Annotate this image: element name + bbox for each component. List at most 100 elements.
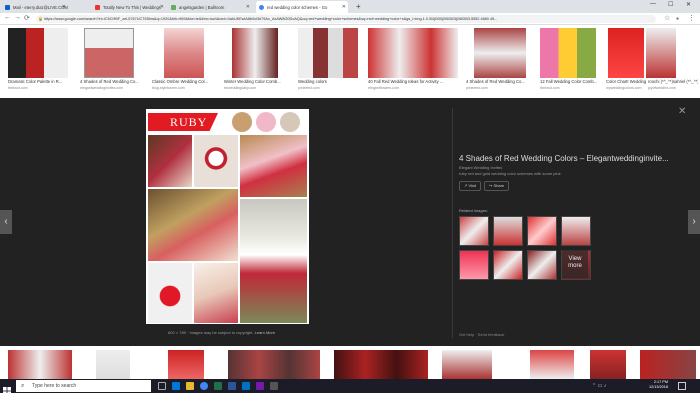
visit-icon: ↗ [464,183,468,188]
image-result-title[interactable]: 4 Shades of Red Wedding Co... [466,79,530,84]
tab-weddings[interactable]: Totally New To This | Weddings ✕ [92,1,166,13]
photo-wedding-cake [240,199,307,323]
image-result-selected[interactable] [84,28,134,78]
task-view-icon[interactable] [158,382,166,390]
maximize-icon[interactable]: ☐ [668,1,673,8]
new-tab-button[interactable]: + [356,2,361,11]
outlook-icon[interactable] [242,382,250,390]
back-icon[interactable]: ← [4,14,11,21]
share-label: Share [493,183,505,188]
edge-icon[interactable] [172,382,180,390]
menu-icon[interactable]: ⋮ [688,14,695,22]
google-icon [259,4,264,10]
onenote-icon[interactable] [256,382,264,390]
image-result[interactable] [442,350,492,379]
view-more-button[interactable]: View more [562,250,588,278]
gold-swatch [232,112,252,132]
image-result-title[interactable]: roochi (*^_^*)sahriel (*^_^*)ights ... [648,79,698,84]
learn-more-link[interactable]: Learn More [255,330,275,335]
image-result-title[interactable]: Color Chart! Wedding Color Combi... [606,79,646,84]
image-result[interactable] [334,350,428,379]
related-image[interactable] [493,216,523,246]
previous-arrow-icon[interactable]: ‹ [0,210,12,234]
close-icon[interactable]: ✕ [246,4,250,10]
image-result[interactable] [640,350,696,379]
image-result-title[interactable]: 12 Fall Wedding Color Comb... [540,79,602,84]
help-links[interactable]: Get help · Send feedback [459,332,504,337]
photo-flowers [148,135,192,187]
image-meta: 600 × 789 · Images may be subject to cop… [168,330,254,335]
related-image[interactable] [527,250,557,280]
result-source: Elegant Wedding Invites [459,165,503,170]
tab-angelsgarden[interactable]: angelsgarden | Ballroom ✕ [168,1,252,13]
clock[interactable]: 2:17 PM 12/13/2018 [628,380,668,390]
image-result[interactable] [590,350,626,379]
image-result[interactable] [228,350,320,379]
related-image[interactable] [561,216,591,246]
excel-icon[interactable] [214,382,222,390]
image-result-title[interactable]: Dramatic Color Palette in R... [8,79,70,84]
reload-icon[interactable]: ⟳ [24,14,30,22]
image-result[interactable] [608,28,644,78]
minimize-icon[interactable]: — [650,1,656,7]
close-icon[interactable]: ✕ [678,106,686,117]
image-result-source: theknot.com [8,86,28,90]
image-result-title[interactable]: Wedding colors [298,79,360,84]
image-result[interactable] [646,28,676,78]
result-title[interactable]: 4 Shades of Red Wedding Colors – Elegant… [459,154,669,163]
image-results-row-2 [0,346,700,379]
close-icon[interactable]: ✕ [62,4,66,10]
tab-mail[interactable]: Mail - eterry.diaz@LIVE.COM ✕ [2,1,68,13]
tab-google-search[interactable]: red wedding color schemes - Go ✕ [256,1,348,13]
image-results-row: Dramatic Color Palette in R... theknot.c… [0,25,700,98]
file-explorer-icon[interactable] [186,382,194,390]
url-text: https://www.google.com/search?ei=IC5CHBF… [44,17,498,21]
image-result[interactable] [540,28,596,78]
url-field[interactable]: 🔒 https://www.google.com/search?ei=IC5CH… [36,15,656,23]
bookmark-star-icon[interactable]: ☆ [664,14,670,22]
close-icon[interactable]: ✕ [342,4,346,10]
mail-icon [5,4,10,10]
image-result[interactable] [530,350,574,379]
image-result[interactable] [474,28,526,78]
related-image[interactable] [527,216,557,246]
related-image[interactable] [459,250,489,280]
word-icon[interactable] [228,382,236,390]
image-result[interactable] [368,28,458,78]
site-icon [171,4,176,10]
image-result[interactable] [298,28,358,78]
account-icon[interactable]: ● [676,16,679,22]
share-button[interactable]: ↪ Share [484,181,510,191]
forward-icon[interactable]: → [14,14,21,21]
image-result-source: elegantflowers.com [368,86,399,90]
image-result-title[interactable]: Winter Wedding Color Comb... [224,79,288,84]
window-close-icon[interactable]: ✕ [686,1,691,8]
photo-cake-slice [194,135,238,187]
visit-button[interactable]: ↗ Visit [459,181,481,191]
image-result[interactable] [164,28,204,78]
image-result-title[interactable]: 4 Shades of Red Wedding Co... [80,79,142,84]
image-result-source: myweddingcolors.com [606,86,642,90]
app-icon[interactable] [270,382,278,390]
close-icon[interactable]: ✕ [160,4,164,10]
image-result[interactable] [96,350,130,379]
preview-image[interactable]: RUBY [146,109,309,324]
next-arrow-icon[interactable]: › [688,210,700,234]
image-result[interactable] [168,350,204,379]
image-result[interactable] [8,28,68,78]
image-result-source: beweddingdaily.com [224,86,257,90]
image-result[interactable] [8,350,72,379]
image-result-title[interactable]: Classic Ombre Wedding Col... [152,79,216,84]
notifications-icon[interactable] [678,382,686,390]
visit-label: Visit [468,183,476,188]
image-caption: 600 × 789 · Images may be subject to cop… [168,330,275,335]
system-tray-icons[interactable]: ⌃ ▭ ♪ [592,383,606,389]
related-image[interactable] [493,250,523,280]
windows-start-icon[interactable] [3,382,11,395]
image-result[interactable] [232,28,278,78]
chrome-icon[interactable] [200,382,208,390]
image-result-title[interactable]: 40 Fall Red Wedding Ideas for Activity .… [368,79,460,84]
related-image[interactable] [459,216,489,246]
taskbar-search-input[interactable]: ⌕ Type here to search [16,380,151,392]
related-images-label: Related images: [459,208,488,213]
